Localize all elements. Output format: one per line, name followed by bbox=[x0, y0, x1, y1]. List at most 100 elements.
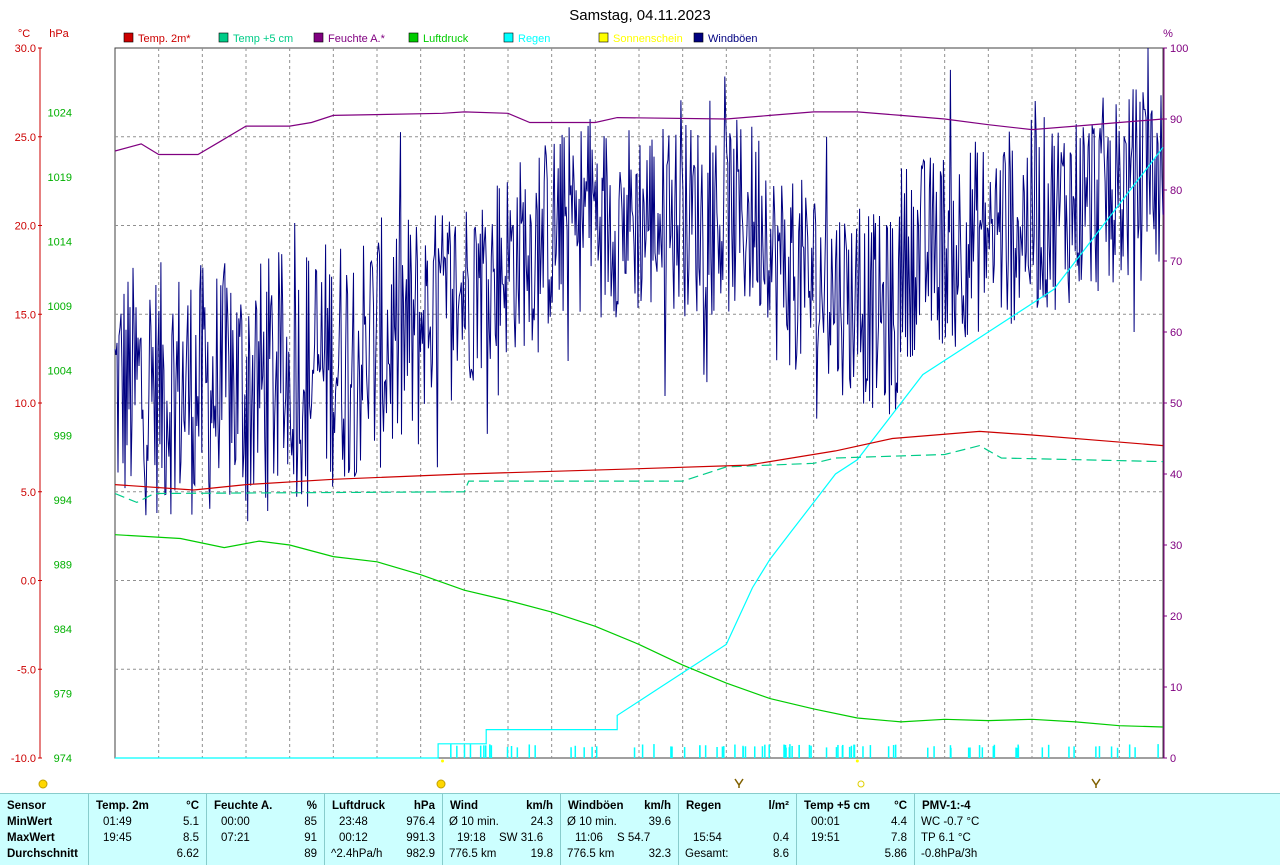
percent-tick-label: 50 bbox=[1170, 398, 1182, 410]
stats-time: 776.5 km bbox=[567, 848, 615, 860]
stats-header: Luftdruck bbox=[332, 800, 386, 812]
pressure-tick-label: 979 bbox=[54, 688, 72, 700]
pressure-axis-unit: hPa bbox=[49, 28, 69, 40]
moon-icon bbox=[857, 780, 865, 788]
stats-time: 776.5 km bbox=[449, 848, 497, 860]
stats-column: PMV-1:-4 WC -0.7 °C TP 6.1 °C -0.8hPa/3h bbox=[914, 794, 1033, 865]
weather-icon bbox=[1091, 778, 1101, 788]
stats-value: 19.8 bbox=[530, 848, 553, 860]
percent-tick-label: 70 bbox=[1170, 256, 1182, 268]
stats-column: Sensor MinWert MaxWert Durchschnitt bbox=[0, 794, 88, 865]
stats-value: 982.9 bbox=[406, 848, 435, 860]
pressure-tick-label: 974 bbox=[54, 753, 72, 765]
sunshine-marker bbox=[441, 759, 444, 763]
stats-header: PMV-1:-4 bbox=[922, 800, 971, 812]
pressure-tick-label: 1009 bbox=[48, 301, 72, 313]
stats-time: 19:18 bbox=[457, 832, 486, 844]
legend-swatch bbox=[503, 32, 514, 43]
stats-time: ^2.4hPa/h bbox=[331, 848, 383, 860]
legend-swatch bbox=[123, 32, 134, 43]
legend-label: Sonnenschein bbox=[613, 33, 683, 45]
pressure-tick-label: 984 bbox=[54, 624, 72, 636]
percent-tick-label: 80 bbox=[1170, 185, 1182, 197]
temp-tick-label: 20.0 bbox=[15, 221, 36, 233]
legend-label: Luftdruck bbox=[423, 33, 469, 45]
legend-swatch bbox=[313, 32, 324, 43]
stats-time: 23:48 bbox=[339, 816, 368, 828]
sun-icon bbox=[436, 779, 446, 789]
stats-row-label: MaxWert bbox=[7, 832, 55, 844]
stats-header: Feuchte A. bbox=[214, 800, 273, 812]
chart-title: Samstag, 04.11.2023 bbox=[569, 7, 711, 24]
legend-swatch bbox=[598, 32, 609, 43]
stats-time: 00:01 bbox=[811, 816, 840, 828]
pressure-tick-label: 1014 bbox=[48, 237, 72, 249]
pressure-tick-label: 994 bbox=[54, 495, 72, 507]
legend-label: Temp +5 cm bbox=[233, 33, 293, 45]
stats-time: 07:21 bbox=[221, 832, 250, 844]
temp-tick-label: 10.0 bbox=[15, 398, 36, 410]
legend-label: Regen bbox=[518, 33, 550, 45]
stats-column: Windböen km/h Ø 10 min. 39.6 11:06 S 54.7 776.… bbox=[560, 794, 679, 865]
temp-tick-label: 30.0 bbox=[15, 43, 36, 55]
legend-swatch bbox=[693, 32, 704, 43]
stats-unit: % bbox=[306, 800, 317, 812]
stats-value: 6.62 bbox=[176, 848, 199, 860]
stats-header: Windböen bbox=[568, 800, 624, 812]
percent-tick-label: 30 bbox=[1170, 540, 1182, 552]
legend-label: Temp. 2m* bbox=[138, 33, 191, 45]
percent-tick-label: 20 bbox=[1170, 611, 1182, 623]
legend-item: Temp. 2m* bbox=[123, 32, 191, 45]
stats-max-direction: SW 31.6 bbox=[499, 832, 544, 844]
stats-column: Feuchte A.% 00:00 85 07:21 91 89 bbox=[206, 794, 325, 865]
percent-tick-label: 100 bbox=[1170, 43, 1188, 55]
stats-time: Gesamt: bbox=[685, 848, 729, 860]
stats-header: Regen bbox=[686, 800, 722, 812]
legend-swatch bbox=[408, 32, 419, 43]
stats-value: 85 bbox=[304, 816, 317, 828]
temp-tick-label: 0.0 bbox=[21, 576, 36, 588]
stats-time: -0.8hPa/3h bbox=[921, 848, 978, 860]
stats-time: 11:06 bbox=[575, 832, 603, 844]
stats-value: 8.5 bbox=[183, 832, 199, 844]
stats-value: 976.4 bbox=[406, 816, 435, 828]
stats-value: 991.3 bbox=[406, 832, 435, 844]
temp-tick-label: 25.0 bbox=[15, 132, 36, 144]
stats-value: 7.8 bbox=[891, 832, 907, 844]
stats-column: Temp. 2m °C 01:49 5.1 19:45 8.5 6.62 bbox=[88, 794, 207, 865]
stats-unit: km/h bbox=[644, 800, 671, 812]
stats-value: 32.3 bbox=[648, 848, 671, 860]
stats-time: 19:51 bbox=[811, 832, 840, 844]
weather-chart: Samstag, 04.11.2023 °C hPa % 30.0 25.0 20.0 15.… bbox=[11, 7, 1188, 789]
stats-row-label: MinWert bbox=[7, 816, 53, 828]
stats-time: Ø 10 min. bbox=[567, 816, 617, 828]
sun-icon bbox=[38, 779, 48, 789]
stats-column: Regen l/m² 15:54 0.4 Gesamt: 8.6 bbox=[678, 794, 797, 865]
stats-unit: °C bbox=[894, 800, 907, 812]
sunshine-marker bbox=[855, 759, 859, 763]
percent-tick-label: 60 bbox=[1170, 327, 1182, 339]
percent-tick-label: 0 bbox=[1170, 753, 1176, 765]
pressure-tick-label: 999 bbox=[54, 430, 72, 442]
stats-time: WC -0.7 °C bbox=[921, 816, 980, 828]
stats-row-label: Durchschnitt bbox=[7, 848, 78, 860]
temp-tick-label: 15.0 bbox=[15, 309, 36, 321]
stats-time: 01:49 bbox=[103, 816, 132, 828]
legend-item: Temp +5 cm bbox=[218, 32, 293, 45]
temp-tick-label: -10.0 bbox=[11, 753, 36, 765]
stats-header: Wind bbox=[450, 800, 478, 812]
percent-tick-label: 40 bbox=[1170, 469, 1182, 481]
legend-item: Windböen bbox=[693, 32, 758, 45]
temp-tick-label: -5.0 bbox=[17, 664, 36, 676]
temp-axis-unit: °C bbox=[18, 28, 30, 40]
legend-item: Luftdruck bbox=[408, 32, 469, 45]
legend-label: Windböen bbox=[708, 33, 758, 45]
legend-item: Sonnenschein bbox=[598, 32, 683, 45]
stats-value: 39.6 bbox=[648, 816, 671, 828]
stats-column: Wind km/h Ø 10 min. 24.3 19:18 SW 31.6 776.5 k… bbox=[442, 794, 561, 865]
legend-swatch bbox=[218, 32, 229, 43]
stats-time: 15:54 bbox=[693, 832, 722, 844]
stats-unit: hPa bbox=[413, 800, 435, 812]
stats-value: 89 bbox=[304, 848, 317, 860]
stats-header: Temp. 2m bbox=[96, 800, 149, 812]
